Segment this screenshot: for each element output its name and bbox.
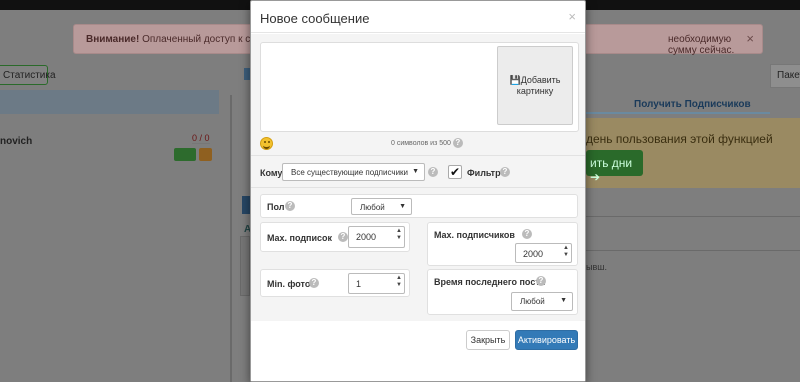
help-icon[interactable]: ?	[500, 167, 510, 177]
help-icon[interactable]: ?	[452, 138, 463, 148]
max-subscriptions-value: 2000	[356, 232, 377, 242]
modal-title: Новое сообщение	[260, 11, 370, 26]
help-icon[interactable]: ?	[428, 167, 438, 177]
filter-label: Фильтр	[467, 168, 501, 178]
user-panel-header	[0, 90, 219, 114]
close-button[interactable]: Закрыть	[466, 330, 510, 350]
min-photos-panel: Min. фото ? 1 ▲ ▼	[260, 269, 410, 297]
chevron-down-icon: ▼	[412, 168, 419, 175]
chevron-down-icon: ▼	[399, 203, 406, 210]
last-post-panel: Время последнего поста ? Любой ▼	[427, 269, 578, 315]
row-divider	[586, 216, 800, 217]
buy-days-button[interactable]: ить дни ➔	[586, 150, 643, 184]
activate-button[interactable]: Активировать	[515, 330, 578, 350]
info-text: день пользования этой функцией	[586, 132, 773, 146]
info-panel: день пользования этой функцией ить дни ➔	[586, 118, 800, 188]
max-subscriptions-input[interactable]: 2000 ▲ ▼	[348, 226, 405, 248]
add-image-button[interactable]: 💾Добавить картинку	[497, 46, 573, 125]
package-button[interactable]: Пакет	[770, 64, 800, 88]
left-box	[240, 236, 250, 296]
tab-get-subscribers[interactable]: Получить Подписчиков	[586, 99, 772, 113]
gender-panel: Пол ? Любой ▼	[260, 194, 578, 218]
blue-button[interactable]	[242, 196, 250, 214]
min-photos-label: Min. фото	[267, 279, 311, 289]
min-photos-value: 1	[356, 279, 362, 289]
add-image-label: Добавить картинку	[516, 75, 561, 96]
min-photos-input[interactable]: 1 ▲ ▼	[348, 273, 405, 294]
tab-underline	[586, 112, 770, 114]
divider	[251, 187, 585, 188]
delete-button[interactable]	[199, 148, 212, 161]
alert-strong: Внимание!	[86, 34, 140, 45]
new-message-modal: Новое сообщение × 💾Добавить картинку 0 с…	[250, 0, 586, 382]
max-followers-input[interactable]: 2000 ▲ ▼	[515, 243, 572, 263]
max-subscriptions-panel: Max. подписок ? 2000 ▲ ▼	[260, 222, 410, 252]
modal-header: Новое сообщение ×	[251, 1, 585, 33]
spinner-arrows-icon[interactable]: ▲ ▼	[396, 275, 402, 289]
close-icon[interactable]: ×	[568, 9, 576, 24]
filter-checkbox[interactable]: ✔	[448, 165, 462, 179]
divider	[230, 95, 232, 382]
check-icon: ✔	[449, 165, 461, 179]
modal-body: 💾Добавить картинку 0 символов из 500 ? К…	[251, 34, 585, 321]
max-followers-label: Max. подписчиков	[434, 230, 515, 240]
modal-footer: Закрыть Активировать	[251, 321, 585, 381]
user-name: novich	[0, 136, 33, 147]
recipient-value: Все существующие подписчики	[291, 168, 408, 177]
image-icon: 💾	[509, 75, 521, 85]
help-icon[interactable]: ?	[309, 278, 319, 288]
char-counter: 0 символов из 500 ?	[391, 138, 463, 148]
gender-value: Любой	[360, 203, 385, 212]
row-text: ывш.	[586, 262, 607, 272]
message-textarea[interactable]: 💾Добавить картинку	[260, 42, 579, 132]
last-post-label: Время последнего поста	[434, 277, 545, 287]
chevron-down-icon: ▼	[560, 297, 567, 304]
edit-button[interactable]	[174, 148, 196, 161]
user-counter[interactable]: 0 / 0	[192, 133, 210, 144]
help-icon[interactable]: ?	[522, 229, 532, 239]
max-subscriptions-label: Max. подписок	[267, 233, 333, 243]
last-post-select[interactable]: Любой ▼	[511, 292, 573, 311]
help-icon[interactable]: ?	[338, 232, 348, 242]
recipient-label: Кому	[260, 168, 283, 178]
help-icon[interactable]: ?	[285, 201, 295, 211]
spinner-arrows-icon[interactable]: ▲ ▼	[563, 245, 569, 259]
recipient-select[interactable]: Все существующие подписчики ▼	[282, 163, 425, 181]
char-counter-text: 0 символов из 500	[391, 139, 451, 147]
row-divider	[586, 250, 800, 251]
statistics-button[interactable]: Статистика	[0, 65, 56, 85]
emoji-icon[interactable]	[260, 137, 273, 150]
alert-close-icon[interactable]: ×	[746, 31, 754, 46]
last-post-value: Любой	[520, 297, 545, 306]
max-followers-panel: Max. подписчиков ? 2000 ▲ ▼	[427, 222, 578, 266]
gender-label: Пол	[267, 202, 285, 212]
gender-select[interactable]: Любой ▼	[351, 198, 412, 215]
help-icon[interactable]: ?	[536, 276, 546, 286]
divider	[251, 155, 585, 156]
spinner-arrows-icon[interactable]: ▲ ▼	[396, 228, 402, 242]
max-followers-value: 2000	[523, 249, 544, 259]
